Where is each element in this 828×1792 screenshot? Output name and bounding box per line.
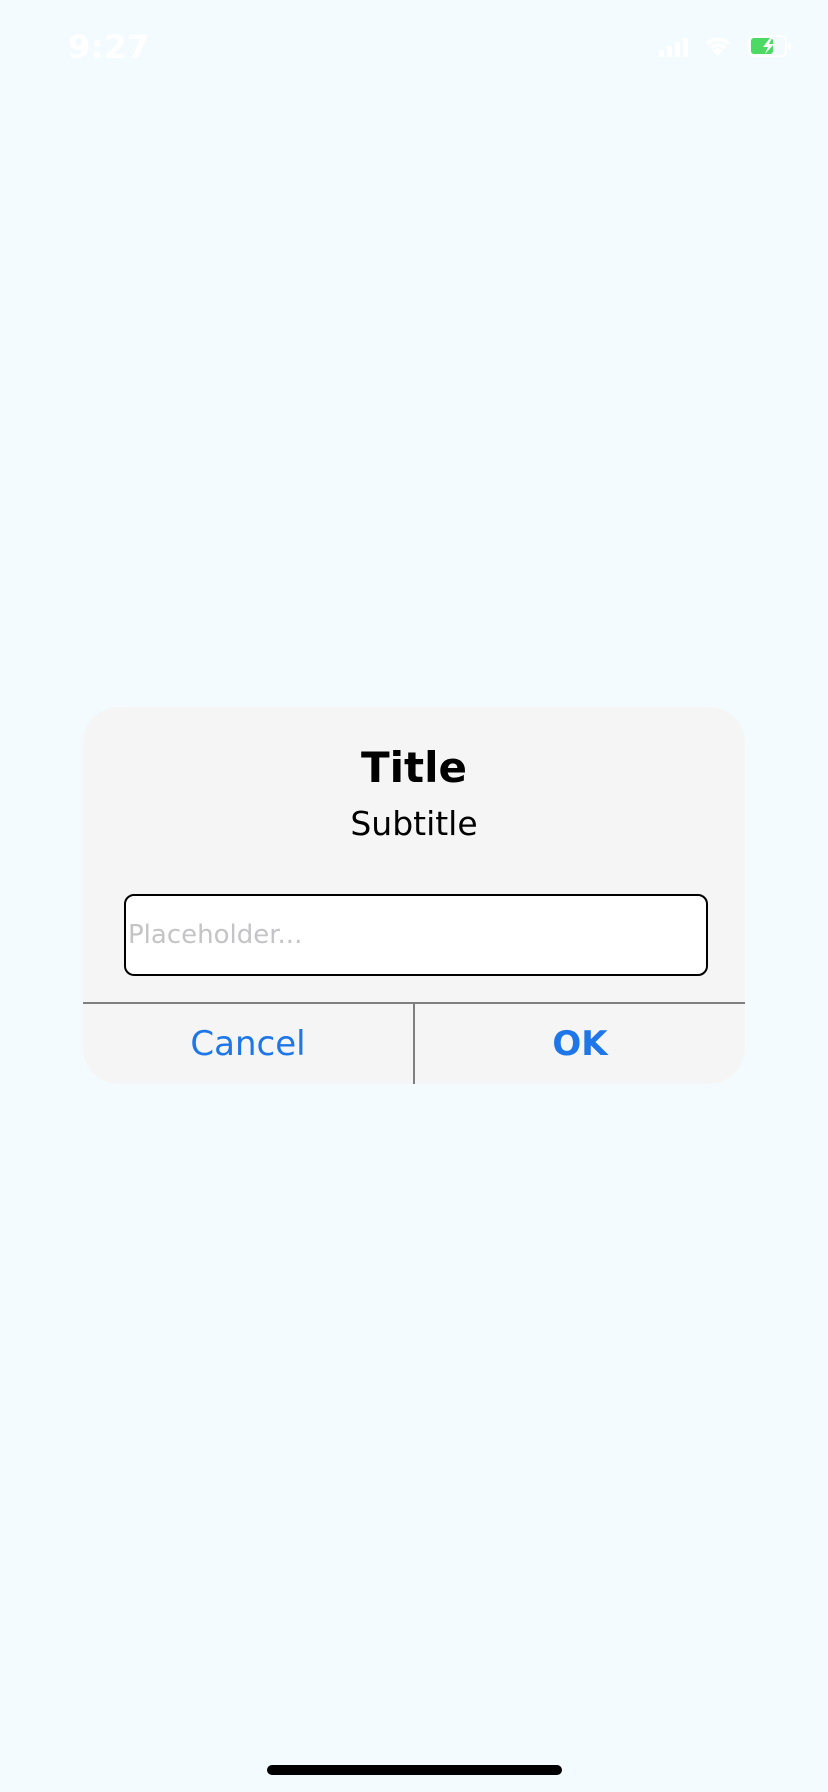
- alert-dialog: Title Subtitle Cancel OK: [83, 707, 745, 1084]
- battery-charging-icon: [748, 35, 792, 57]
- status-icons: [659, 34, 792, 58]
- cancel-button[interactable]: Cancel: [83, 1004, 413, 1084]
- signal-icon: [659, 35, 688, 57]
- status-bar: 9:27: [0, 0, 828, 100]
- wifi-icon: [702, 34, 734, 58]
- dialog-title: Title: [360, 743, 467, 792]
- status-time: 9:27: [68, 28, 150, 66]
- ok-button[interactable]: OK: [415, 1004, 745, 1084]
- dialog-subtitle: Subtitle: [350, 804, 478, 843]
- dialog-text-input[interactable]: [124, 894, 708, 976]
- home-indicator[interactable]: [267, 1765, 562, 1775]
